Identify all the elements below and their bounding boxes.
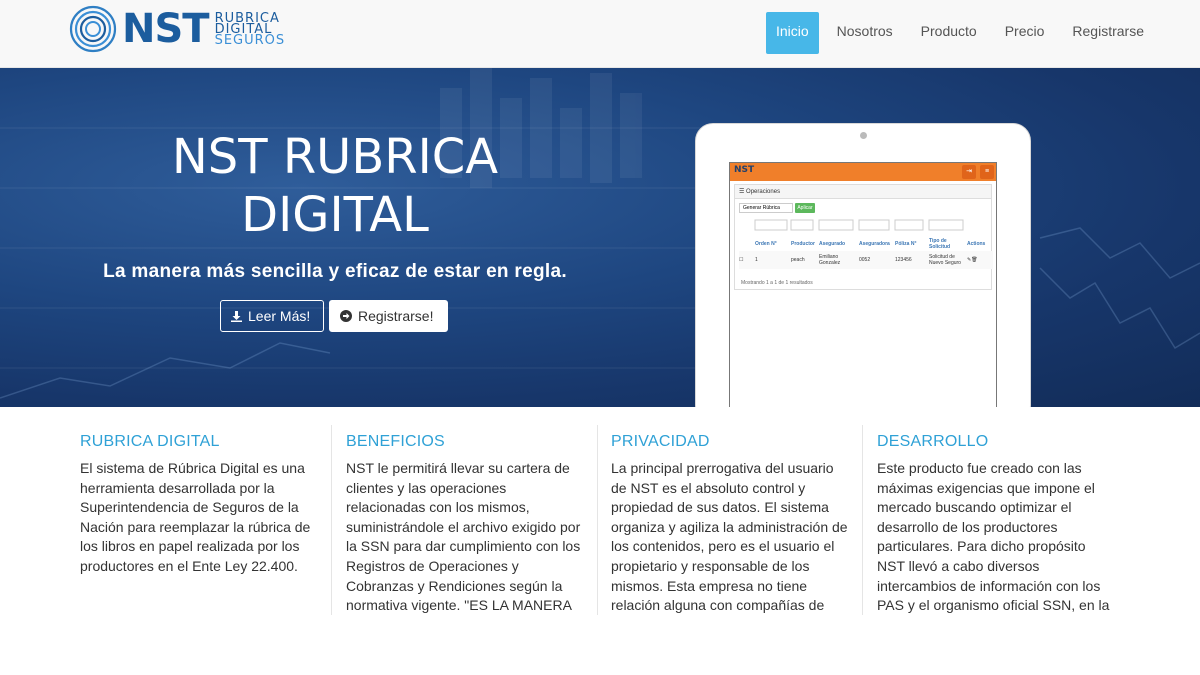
column-title: RUBRICA DIGITAL [80,433,220,450]
column-title: BENEFICIOS [346,433,445,450]
hero-banner: NST RUBRICA DIGITAL La manera más sencil… [0,68,1200,407]
operations-panel: ☰ Operaciones Generar Rúbrica Aplicar Or… [734,184,993,290]
brand-sub-line3: SEGUROS [214,32,286,48]
edit-delete-icons: ✎🗑 [967,257,978,263]
app-header-bar: NST ⇥ ≡ [730,163,996,181]
brand-subtitle: RUBRICA DIGITAL SEGUROS [214,12,286,48]
hero-title-line1: NST RUBRICA [171,129,499,185]
download-icon [231,310,242,322]
col-productor: Productor [791,241,815,247]
register-label: Registrarse! [358,308,434,324]
brand-name: NST [122,6,210,52]
menu-icon: ≡ [980,165,994,179]
col-asegurado: Asegurado [819,241,846,247]
column-divider [597,425,598,615]
col-actions: Actions [967,241,986,247]
nav-item-registrarse[interactable]: Registrarse [1058,12,1158,54]
column-text: La principal prerrogativa del usuario de… [611,460,848,614]
arrow-circle-right-icon [340,310,352,322]
nav-item-producto[interactable]: Producto [907,12,991,54]
nav-item-inicio[interactable]: Inicio [765,12,819,54]
col-poliza: Póliza N° [895,241,917,247]
feature-column-privacidad: PRIVACIDAD La principal prerrogativa del… [611,425,851,635]
feature-column-rubrica: RUBRICA DIGITAL El sistema de Rúbrica Di… [80,425,320,635]
tablet-mockup: NST ⇥ ≡ ☰ Operaciones Generar Rúbrica Ap… [695,123,1031,407]
tablet-camera [860,132,867,139]
column-title: DESARROLLO [877,433,989,450]
cell-asegurado: Emiliano Gonzalez [819,254,841,266]
column-divider [331,425,332,615]
main-nav: Inicio Nosotros Producto Precio Registra… [765,12,1158,54]
feature-column-beneficios: BENEFICIOS NST le permitirá llevar su ca… [346,425,586,635]
cell-tipo: Solicitud de Nuevo Seguro [929,254,961,266]
brand-logo[interactable]: NST RUBRICA DIGITAL SEGUROS [68,4,285,54]
column-text: El sistema de Rúbrica Digital es una her… [80,460,311,574]
logout-icon: ⇥ [962,165,976,179]
column-text: NST le permitirá llevar su cartera de cl… [346,460,581,614]
operations-panel-header: ☰ Operaciones [735,185,991,199]
feature-column-desarrollo: DESARROLLO Este producto fue creado con … [877,425,1117,635]
cell-poliza: 123456 [895,257,912,263]
read-more-button[interactable]: Leer Más! [220,300,324,332]
bulk-action-select: Generar Rúbrica [739,203,793,213]
tablet-screen: NST ⇥ ≡ ☰ Operaciones Generar Rúbrica Ap… [729,162,997,407]
column-title: PRIVACIDAD [611,433,710,450]
operations-filter-inputs [754,219,964,231]
column-divider [862,425,863,615]
operations-footer: Mostrando 1 a 1 de 1 resultados [741,280,813,286]
logo-rings-icon [69,5,117,53]
column-text: Este producto fue creado con las máximas… [877,460,1110,614]
col-tipo: Tipo de Solicitud [929,238,951,250]
cell-aseguradora: 0052 [859,257,871,263]
col-orden: Orden N° [755,241,777,247]
hero-subtitle: La manera más sencilla y eficaz de estar… [103,261,567,282]
cell-orden: 1 [755,257,758,263]
hero-title-line2: DIGITAL [241,187,429,243]
nav-item-nosotros[interactable]: Nosotros [823,12,907,54]
navbar: NST RUBRICA DIGITAL SEGUROS Inicio Nosot… [0,0,1200,68]
operations-table: Orden N° Productor Asegurado Aseguradora… [739,237,993,269]
col-aseguradora: Aseguradora [859,241,890,247]
read-more-label: Leer Más! [248,308,311,324]
nav-item-precio[interactable]: Precio [991,12,1059,54]
apply-mini-button: Aplicar [795,203,815,213]
register-button[interactable]: Registrarse! [329,300,448,332]
operations-table-header: Orden N° Productor Asegurado Aseguradora… [739,237,993,251]
operations-title: Operaciones [746,189,781,195]
list-icon: ☰ [739,189,747,195]
table-row: ☐ 1 peach Emiliano Gonzalez 0052 123456 … [739,251,993,269]
app-logo: NST [734,165,755,175]
cell-productor: peach [791,257,805,263]
hero-title: NST RUBRICA DIGITAL [100,128,570,244]
row-checkbox: ☐ [739,257,744,263]
